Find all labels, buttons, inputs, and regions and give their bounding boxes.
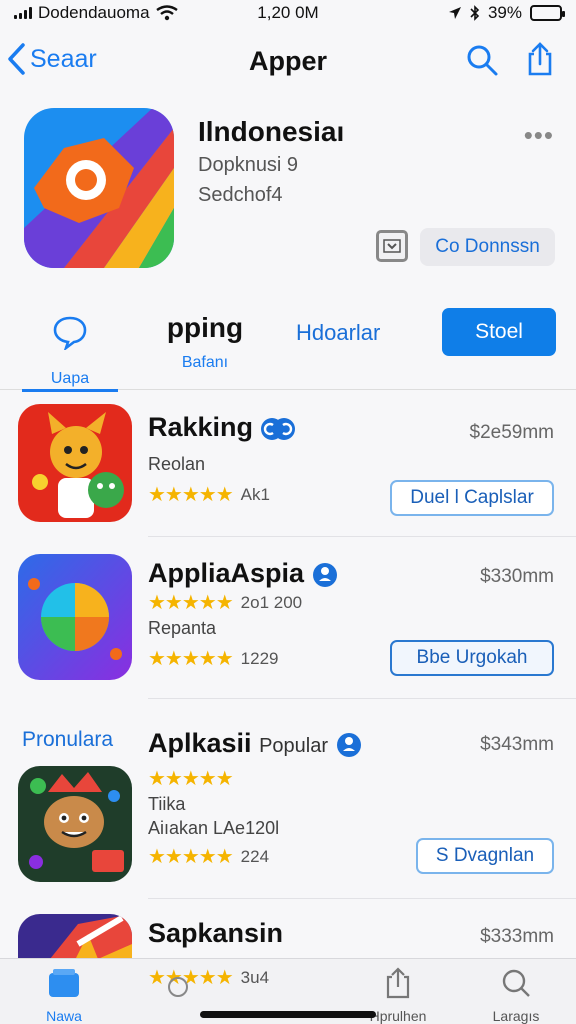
- item-price: $343mm: [480, 734, 554, 755]
- item-detail: Aiıakan LAe120l: [148, 818, 280, 838]
- carrier-label: Dodendauoma: [38, 3, 150, 22]
- verified-badge-icon: [313, 562, 338, 587]
- tab-ping-title: pping: [166, 312, 244, 343]
- rating: ★★★★★ 224: [148, 844, 269, 869]
- tab-bar-item-nawa[interactable]: Nawa: [14, 967, 114, 1024]
- app-developer: Dopknusi 9: [198, 154, 299, 176]
- star-rating-icon: ★★★★★: [148, 592, 234, 614]
- apps-icon: [49, 969, 79, 997]
- app-logo-icon: [24, 108, 174, 268]
- rating-count: 2o1 200: [240, 592, 303, 612]
- store-button[interactable]: Stoel: [442, 308, 556, 356]
- item-price: $330mm: [480, 566, 554, 587]
- verified-badge-icon: [261, 417, 296, 440]
- divider: [148, 536, 576, 537]
- connect-button[interactable]: Co Donnssn: [420, 228, 555, 266]
- list-item[interactable]: Rakking $2e59mm Reolan ★★★★★ Ak1 Duel l …: [0, 402, 576, 538]
- star-rating-icon: ★★★★★: [148, 846, 234, 868]
- app-header: Ilndonesiaı Dopknusi 9 Sedchof4 ••• Co D…: [0, 104, 576, 274]
- item-price: $2e59mm: [469, 422, 555, 443]
- game-character-icon: [18, 404, 132, 522]
- status-bar: Dodendauoma 1,20 0M 39%: [0, 0, 576, 26]
- item-title: Aplkasii: [148, 728, 252, 758]
- search-icon[interactable]: [464, 42, 500, 78]
- list-item[interactable]: Pronulara Aplkasii Popular $343mm ★★★★★ …: [0, 718, 576, 899]
- tab-bar-label: Nawa: [46, 1008, 82, 1024]
- tab-ping-label: Bafanı: [181, 354, 229, 371]
- circle-icon: [168, 977, 188, 997]
- item-action-button[interactable]: Duel l Caplslar: [390, 480, 554, 516]
- share-icon: [386, 967, 410, 999]
- item-price: $333mm: [480, 926, 554, 947]
- verified-badge-icon: [337, 732, 361, 757]
- tab-hdoarlar[interactable]: Hdoarlar: [296, 320, 380, 346]
- tab-ping[interactable]: pping Bafanı: [150, 312, 260, 372]
- tab-bar-label: Laragıs: [492, 1008, 540, 1024]
- wishlist-checkbox[interactable]: [376, 230, 408, 262]
- item-tag: Popular: [259, 735, 328, 757]
- more-options-button[interactable]: •••: [524, 120, 554, 151]
- battery-icon: [530, 5, 565, 21]
- star-rating-icon: ★★★★★: [148, 648, 234, 670]
- item-subtitle: Reolan: [148, 454, 206, 474]
- tab-underline: [22, 389, 118, 392]
- app-icon: [18, 766, 132, 882]
- item-action-button[interactable]: Bbe Urgokah: [390, 640, 554, 676]
- item-subtitle: Tiika: [148, 794, 186, 814]
- rating-count: 224: [240, 846, 270, 866]
- app-category: Sedchof4: [198, 184, 283, 206]
- tab-bar-item-circle[interactable]: [128, 967, 228, 1002]
- list-item[interactable]: AppliaAspia $330mm ★★★★★ 2o1 200 Repanta…: [0, 550, 576, 700]
- item-title: Sapkansin: [148, 918, 284, 948]
- rating-count: Ak1: [240, 484, 270, 504]
- item-title: Rakking: [148, 412, 254, 442]
- tab-home-label: Uapa: [50, 370, 90, 387]
- bluetooth-icon: [470, 5, 480, 21]
- rating: ★★★★★ Ak1: [148, 482, 270, 507]
- search-icon: [502, 969, 530, 997]
- divider: [148, 898, 576, 899]
- signal-icon: [14, 7, 32, 19]
- tab-bar-item-laragis[interactable]: Laragıs: [466, 967, 566, 1024]
- section-label: Pronulara: [22, 728, 114, 751]
- app-icon: [18, 554, 132, 680]
- wifi-icon: [155, 5, 178, 21]
- home-indicator[interactable]: [200, 1011, 376, 1018]
- chevron-down-icon: [383, 239, 401, 253]
- app-icon[interactable]: [24, 108, 174, 268]
- rating-count: 1229: [240, 648, 279, 668]
- item-title: AppliaAspia: [148, 558, 305, 588]
- list-item[interactable]: Sapkansin $333mm: [0, 910, 576, 974]
- location-icon: [448, 7, 461, 19]
- segment-tabs: Uapa pping Bafanı Hdoarlar Stoel: [0, 300, 576, 392]
- rating: ★★★★★: [148, 766, 234, 791]
- item-subtitle: Repanta: [148, 618, 217, 638]
- rating: ★★★★★ 2o1 200: [148, 590, 302, 615]
- divider: [148, 698, 576, 699]
- chat-bubble-icon: [53, 316, 87, 350]
- share-icon[interactable]: [522, 42, 558, 78]
- star-rating-icon: ★★★★★: [148, 768, 234, 790]
- battery-percent: 39%: [487, 3, 522, 22]
- rating-count: 3u4: [240, 967, 270, 987]
- game-character-icon: [18, 766, 132, 882]
- star-rating-icon: ★★★★★: [148, 484, 234, 506]
- tab-home[interactable]: Uapa: [22, 312, 118, 392]
- item-action-button[interactable]: S Dvagnlan: [416, 838, 554, 874]
- rating: ★★★★★ 1229: [148, 646, 278, 671]
- nav-bar: Seaar Apper: [0, 36, 576, 88]
- app-icon: [18, 404, 132, 522]
- app-name: Ilndonesiaı: [198, 116, 345, 147]
- pie-logo-icon: [18, 554, 132, 680]
